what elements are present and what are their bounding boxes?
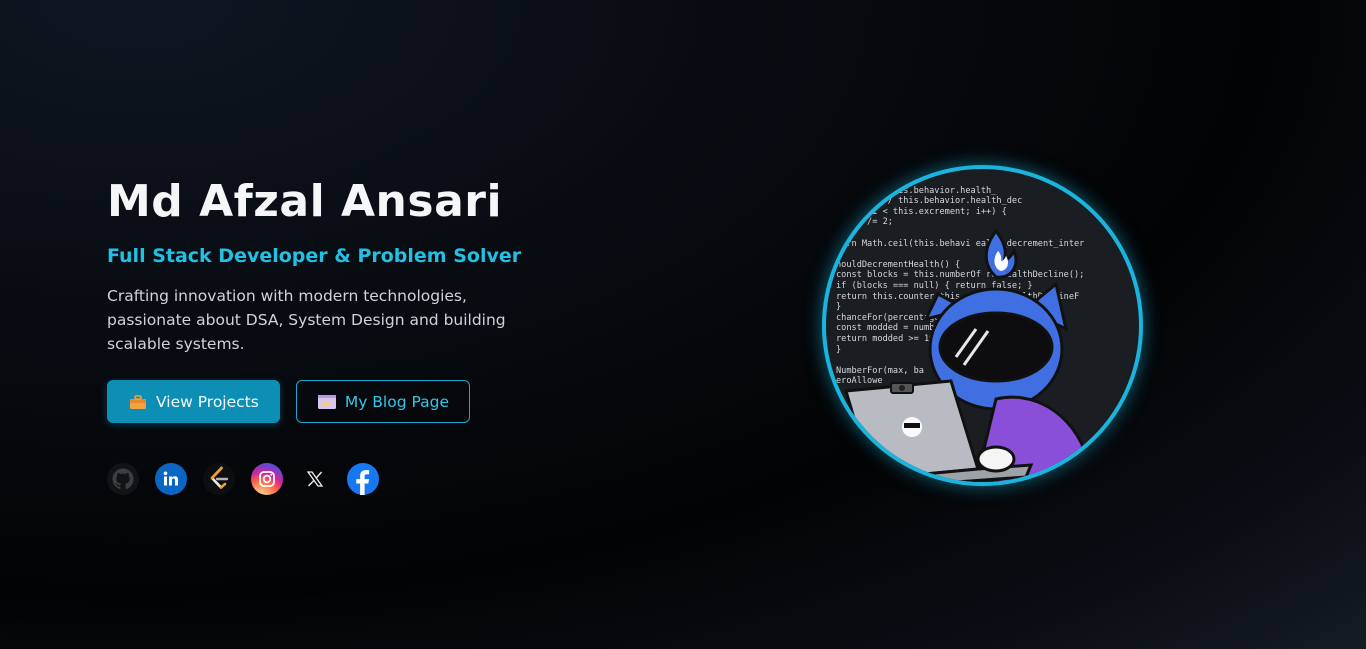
blog-page-label: My Blog Page — [344, 392, 450, 411]
avatar: althDecline() { unter || !this.behavior.… — [822, 165, 1143, 486]
x-link[interactable] — [299, 463, 331, 495]
social-links — [107, 463, 577, 495]
github-link[interactable] — [107, 463, 139, 495]
instagram-icon — [259, 471, 275, 487]
view-projects-button[interactable]: View Projects — [107, 380, 280, 423]
bio-text: Crafting innovation with modern technolo… — [107, 287, 506, 353]
coder-cat-avatar — [844, 228, 1090, 482]
leetcode-link[interactable] — [203, 463, 235, 495]
x-icon — [306, 471, 324, 487]
page-title: Md Afzal Ansari — [107, 176, 503, 227]
hero-actions: View Projects My Blog Page — [107, 380, 577, 423]
facebook-link[interactable] — [347, 463, 379, 495]
briefcase-icon — [128, 393, 148, 411]
hero-intro: Md Afzal Ansari Full Stack Developer & P… — [107, 172, 577, 495]
blog-page-button[interactable]: My Blog Page — [295, 380, 471, 423]
view-projects-label: View Projects — [156, 392, 259, 411]
leetcode-icon — [210, 466, 229, 489]
notebook-icon — [317, 393, 337, 411]
github-icon — [112, 468, 134, 490]
role-subtitle: Full Stack Developer & Problem Solver — [107, 245, 522, 267]
linkedin-link[interactable] — [155, 463, 187, 495]
facebook-icon — [356, 470, 370, 495]
linkedin-icon — [163, 471, 178, 486]
instagram-link[interactable] — [251, 463, 283, 495]
